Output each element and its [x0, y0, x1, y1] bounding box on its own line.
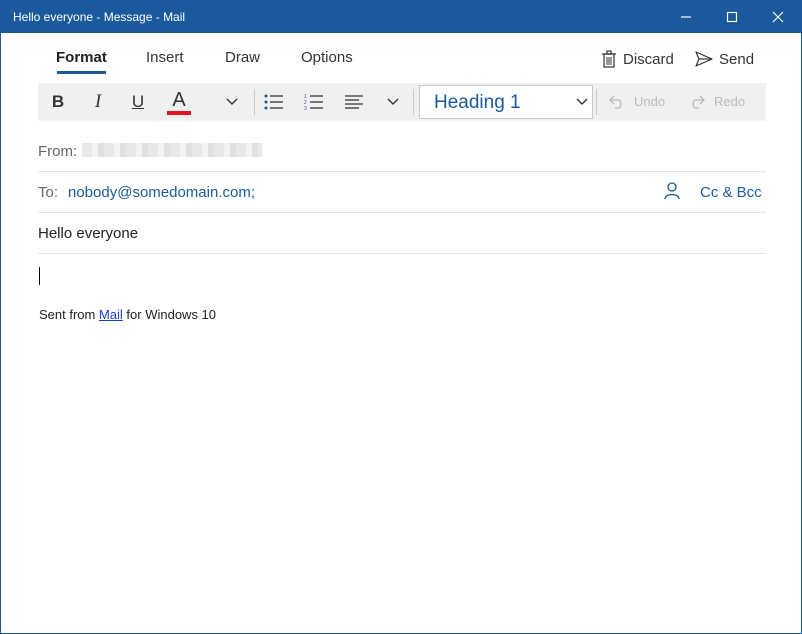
numbering-button[interactable]: 1 2 3 — [302, 83, 326, 121]
italic-button[interactable]: I — [84, 83, 112, 121]
from-label: From: — [38, 143, 78, 160]
minimize-icon — [681, 16, 691, 18]
toolbar-divider — [413, 89, 414, 115]
italic-icon: I — [94, 91, 102, 112]
active-tab-indicator — [57, 71, 106, 74]
font-color-button[interactable]: A — [164, 83, 194, 121]
font-color-icon: A — [172, 88, 186, 111]
discard-button[interactable]: Discard — [601, 48, 674, 70]
style-select[interactable]: Heading 1 — [419, 85, 593, 119]
ribbon-tabs: Format Insert Draw Options — [1, 41, 801, 77]
discard-label: Discard — [623, 50, 674, 68]
to-row: To: nobody@somedomain.com; Cc & Bcc — [38, 172, 766, 213]
underline-icon: U — [131, 92, 145, 111]
minimize-button[interactable] — [663, 1, 709, 33]
underline-button[interactable]: U — [124, 83, 152, 121]
align-button[interactable] — [342, 83, 366, 121]
signature-prefix: Sent from — [39, 307, 99, 322]
bullets-button[interactable] — [262, 83, 286, 121]
cc-bcc-button[interactable]: Cc & Bcc — [700, 184, 762, 201]
maximize-icon — [726, 11, 738, 23]
close-icon — [772, 11, 784, 23]
undo-icon — [609, 95, 622, 109]
send-button[interactable]: Send — [695, 48, 754, 70]
tab-options[interactable]: Options — [301, 49, 353, 66]
undo-button[interactable]: Undo — [608, 93, 665, 109]
signature: Sent from Mail for Windows 10 — [39, 307, 216, 322]
to-label: To: — [38, 184, 59, 201]
mail-window: Hello everyone - Message - Mail Format I… — [0, 0, 802, 634]
text-cursor — [39, 267, 40, 285]
bold-button[interactable]: B — [44, 83, 72, 121]
bullet-list-icon — [264, 94, 283, 110]
undo-label: Undo — [634, 93, 666, 109]
from-value-redacted[interactable] — [82, 143, 262, 157]
title-bar: Hello everyone - Message - Mail — [1, 1, 801, 33]
numbered-list-icon: 1 2 3 — [304, 94, 323, 111]
close-button[interactable] — [755, 1, 801, 33]
send-icon — [695, 51, 713, 67]
person-icon[interactable] — [664, 182, 680, 200]
tab-format[interactable]: Format — [56, 49, 107, 66]
mail-link[interactable]: Mail — [99, 307, 123, 322]
font-color-swatch — [167, 110, 191, 115]
format-toolbar: B I U A 1 2 3 Heading 1 Undo Redo — [38, 83, 766, 121]
tab-insert[interactable]: Insert — [146, 49, 184, 66]
redo-label: Redo — [714, 93, 746, 109]
signature-suffix: for Windows 10 — [122, 307, 217, 322]
font-options-dropdown[interactable] — [222, 83, 242, 121]
chevron-down-icon — [387, 98, 399, 105]
to-field[interactable]: nobody@somedomain.com; — [68, 184, 255, 201]
window-title: Hello everyone - Message - Mail — [13, 10, 186, 24]
maximize-button[interactable] — [709, 1, 755, 33]
chevron-down-icon — [576, 98, 588, 105]
subject-field[interactable]: Hello everyone — [38, 225, 138, 242]
from-row: From: — [38, 131, 766, 172]
trash-icon — [602, 50, 616, 68]
svg-text:3: 3 — [304, 106, 307, 111]
style-select-value: Heading 1 — [434, 92, 521, 113]
toolbar-divider — [254, 89, 255, 115]
paragraph-options-dropdown[interactable] — [383, 83, 403, 121]
tab-draw[interactable]: Draw — [225, 49, 260, 66]
chevron-down-icon — [226, 98, 238, 105]
subject-row: Hello everyone — [38, 213, 766, 254]
bold-icon: B — [51, 92, 65, 111]
align-left-icon — [345, 95, 363, 109]
send-label: Send — [719, 50, 755, 68]
redo-icon — [692, 95, 705, 109]
redo-button[interactable]: Redo — [688, 93, 745, 109]
toolbar-divider — [596, 89, 597, 115]
